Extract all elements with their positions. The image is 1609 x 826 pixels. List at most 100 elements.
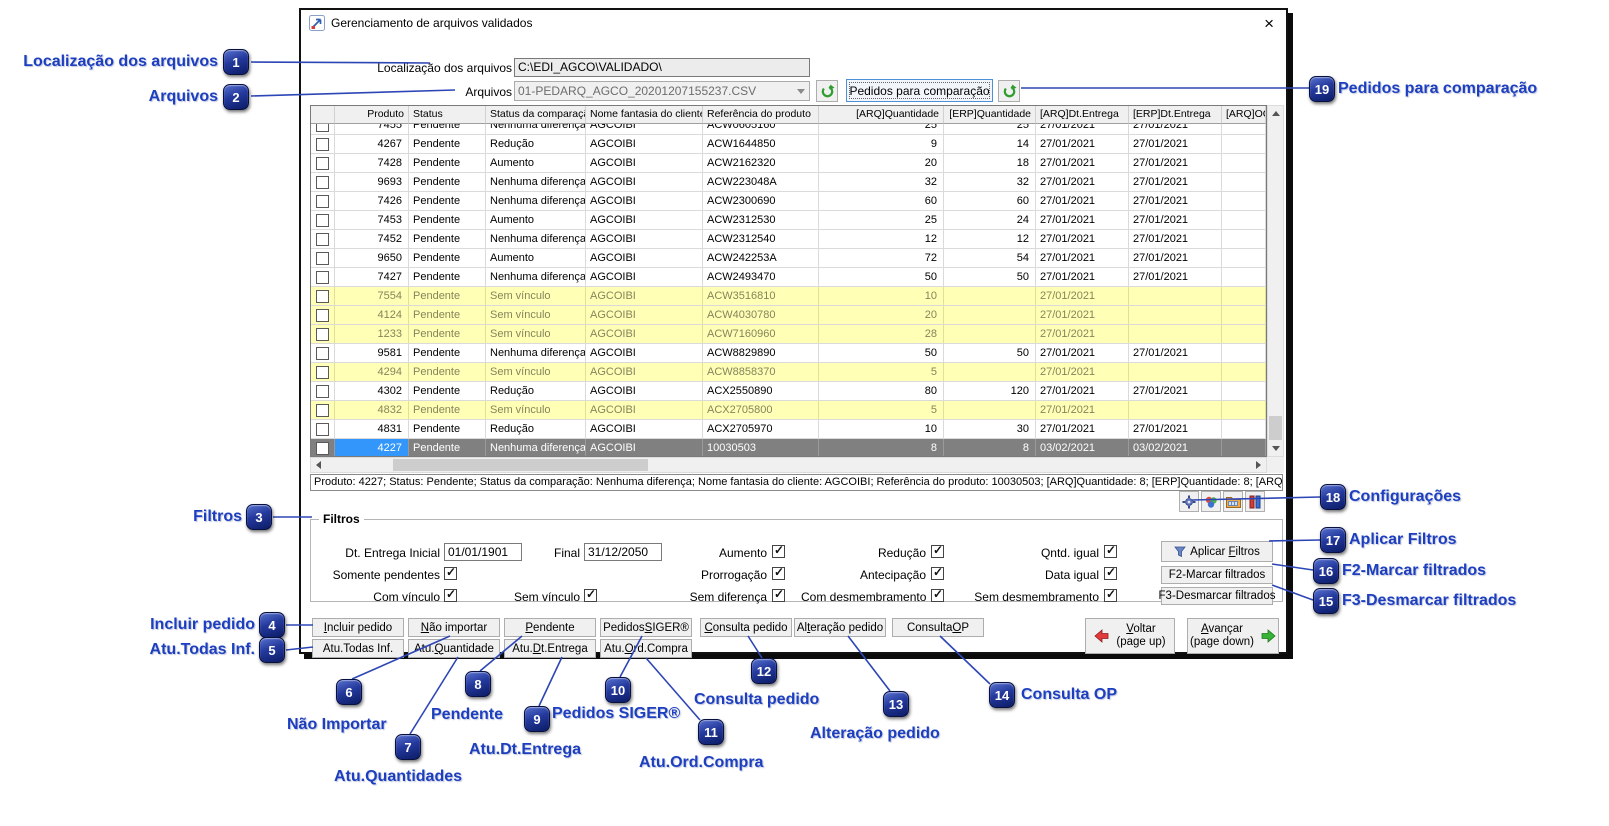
vertical-scrollbar[interactable] bbox=[1267, 105, 1284, 457]
scroll-left-icon[interactable] bbox=[311, 458, 326, 472]
filter-somente-pendentes-checkbox[interactable] bbox=[444, 565, 457, 580]
table-row[interactable]: 4294 Pendente Sem vínculo AGCOIBI ACW8858370… bbox=[311, 363, 1266, 382]
column-header[interactable]: Status da comparação bbox=[486, 106, 586, 124]
filter-prorrogacao-checkbox[interactable] bbox=[772, 565, 785, 580]
row-checkbox[interactable] bbox=[316, 441, 329, 455]
column-header[interactable]: [ERP]Quantidade bbox=[944, 106, 1036, 124]
table-row[interactable]: 4124 Pendente Sem vínculo AGCOIBI ACW4030780… bbox=[311, 306, 1266, 325]
table-cell bbox=[1222, 268, 1266, 286]
filter-sem-vinculo-checkbox[interactable] bbox=[584, 587, 597, 602]
incluir-pedido-button[interactable]: Incluir pedido bbox=[312, 618, 404, 637]
row-checkbox[interactable] bbox=[316, 384, 329, 398]
horizontal-scroll-thumb[interactable] bbox=[393, 459, 648, 471]
vertical-scroll-thumb[interactable] bbox=[1269, 416, 1282, 440]
row-checkbox[interactable] bbox=[316, 175, 329, 189]
pendente-button[interactable]: Pendente bbox=[504, 618, 596, 637]
scroll-up-icon[interactable] bbox=[1268, 106, 1283, 121]
row-checkbox[interactable] bbox=[316, 156, 329, 170]
table-row[interactable]: 4302 Pendente Redução AGCOIBI ACX2550890 80 12… bbox=[311, 382, 1266, 401]
files-combobox[interactable]: 01-PEDARQ_AGCO_20201207155237.CSV bbox=[514, 81, 810, 101]
column-header[interactable]: Referência do produto bbox=[703, 106, 819, 124]
refresh-compare-button[interactable] bbox=[998, 80, 1020, 102]
table-row[interactable]: 7428 Pendente Aumento AGCOIBI ACW2162320 20 18… bbox=[311, 154, 1266, 173]
nao-importar-button[interactable]: Não importar bbox=[408, 618, 500, 637]
compare-orders-button[interactable]: Pedidos para comparação bbox=[846, 79, 993, 102]
atu-todas-inf-button[interactable]: Atu.Todas Inf. bbox=[312, 639, 404, 658]
filter-reducao-checkbox[interactable] bbox=[931, 543, 944, 558]
column-header[interactable]: [ARQ]Quantidade bbox=[819, 106, 944, 124]
filter-sem-diferenca-checkbox[interactable] bbox=[772, 587, 785, 602]
column-header[interactable] bbox=[311, 106, 335, 124]
table-row[interactable]: 9581 Pendente Nenhuma diferença AGCOIBI ACW8… bbox=[311, 344, 1266, 363]
filter-sem-desmembramento-checkbox[interactable] bbox=[1104, 587, 1117, 602]
location-input[interactable]: C:\EDI_AGCO\VALIDADO\ bbox=[514, 58, 810, 77]
filter-qntd-igual-checkbox[interactable] bbox=[1104, 543, 1117, 558]
export-button[interactable] bbox=[1223, 491, 1243, 512]
table-row[interactable]: 4832 Pendente Sem vínculo AGCOIBI ACX2705800… bbox=[311, 401, 1266, 420]
row-checkbox[interactable] bbox=[316, 403, 329, 417]
atu-ord-compra-button[interactable]: Atu. Ord.Compra bbox=[600, 639, 692, 658]
consulta-op-button[interactable]: Consulta OP bbox=[892, 618, 984, 637]
table-row[interactable]: 4227 Pendente Nenhuma diferença AGCOIBI 1003… bbox=[311, 439, 1266, 456]
row-checkbox[interactable] bbox=[316, 289, 329, 303]
refresh-files-button[interactable] bbox=[816, 80, 838, 102]
table-row[interactable]: 7554 Pendente Sem vínculo AGCOIBI ACW3516810… bbox=[311, 287, 1266, 306]
column-header[interactable]: [ARQ]OC bbox=[1222, 106, 1266, 124]
row-checkbox[interactable] bbox=[316, 308, 329, 322]
table-row[interactable]: 4831 Pendente Redução AGCOIBI ACX2705970 10 30… bbox=[311, 420, 1266, 439]
scroll-down-icon[interactable] bbox=[1268, 441, 1283, 456]
column-header[interactable]: Status bbox=[409, 106, 486, 124]
table-row[interactable]: 7455 Pendente Nenhuma diferença AGCOIBI ACW0… bbox=[311, 124, 1266, 135]
row-checkbox[interactable] bbox=[316, 422, 329, 436]
avancar-button[interactable]: Avançar (page down) bbox=[1187, 618, 1279, 654]
table-row[interactable]: 7453 Pendente Aumento AGCOIBI ACW2312530 25 24… bbox=[311, 211, 1266, 230]
columns-button[interactable] bbox=[1245, 491, 1265, 512]
pedidos-siger-button[interactable]: Pedidos S IGER® bbox=[600, 618, 692, 637]
filter-com-desmembramento-checkbox[interactable] bbox=[931, 587, 944, 602]
f2-mark-filtered-button[interactable]: F2-Marcar filtrados bbox=[1161, 566, 1273, 584]
atu-dt-entrega-button[interactable]: Atu. Dt.Entrega bbox=[504, 639, 596, 658]
apply-filters-button[interactable]: Aplicar Filtros bbox=[1161, 541, 1273, 562]
close-icon[interactable]: × bbox=[1260, 15, 1278, 32]
row-checkbox[interactable] bbox=[316, 124, 329, 132]
alteracao-pedido-button[interactable]: Al t eração pedido bbox=[794, 618, 886, 637]
row-checkbox[interactable] bbox=[316, 327, 329, 341]
column-header[interactable]: Nome fantasia do cliente bbox=[586, 106, 703, 124]
filter-data-igual-checkbox[interactable] bbox=[1104, 565, 1117, 580]
f3-unmark-filtered-button[interactable]: F3-Desmarcar filtrados bbox=[1159, 587, 1275, 605]
atu-quantidade-button[interactable]: Atu. Quantidade bbox=[408, 639, 500, 658]
column-header[interactable]: Produto bbox=[335, 106, 409, 124]
row-checkbox[interactable] bbox=[316, 232, 329, 246]
voltar-button[interactable]: Voltar (page up) bbox=[1085, 618, 1175, 654]
horizontal-scrollbar[interactable] bbox=[310, 457, 1267, 473]
table-row[interactable]: 9693 Pendente Nenhuma diferença AGCOIBI ACW2… bbox=[311, 173, 1266, 192]
table-cell: 8 bbox=[944, 439, 1036, 456]
themes-button[interactable] bbox=[1201, 491, 1221, 512]
row-checkbox[interactable] bbox=[316, 137, 329, 151]
filter-aumento-checkbox[interactable] bbox=[772, 543, 785, 558]
table-row[interactable]: 7426 Pendente Nenhuma diferença AGCOIBI ACW2… bbox=[311, 192, 1266, 211]
filter-com-vinculo-checkbox[interactable] bbox=[444, 587, 457, 602]
table-row[interactable]: 7452 Pendente Nenhuma diferença AGCOIBI ACW2… bbox=[311, 230, 1266, 249]
column-header[interactable]: [ERP]Dt.Entrega bbox=[1129, 106, 1222, 124]
chevron-down-icon[interactable] bbox=[793, 83, 808, 99]
table-cell: 27/01/2021 bbox=[1036, 211, 1129, 229]
table-cell bbox=[944, 287, 1036, 305]
consulta-pedido-button[interactable]: Consulta pedido bbox=[700, 618, 792, 637]
table-row[interactable]: 9650 Pendente Aumento AGCOIBI ACW242253A 72 54… bbox=[311, 249, 1266, 268]
table-cell: AGCOIBI bbox=[586, 211, 703, 229]
settings-button[interactable] bbox=[1179, 491, 1199, 512]
table-row[interactable]: 7427 Pendente Nenhuma diferença AGCOIBI ACW2… bbox=[311, 268, 1266, 287]
row-checkbox[interactable] bbox=[316, 365, 329, 379]
table-cell: 03/02/2021 bbox=[1036, 439, 1129, 456]
table-row[interactable]: 4267 Pendente Redução AGCOIBI ACW1644850 9 14 2… bbox=[311, 135, 1266, 154]
row-checkbox[interactable] bbox=[316, 194, 329, 208]
row-checkbox[interactable] bbox=[316, 251, 329, 265]
row-checkbox[interactable] bbox=[316, 270, 329, 284]
scroll-right-icon[interactable] bbox=[1251, 458, 1266, 472]
row-checkbox[interactable] bbox=[316, 213, 329, 227]
column-header[interactable]: [ARQ]Dt.Entrega bbox=[1036, 106, 1129, 124]
filter-antecipacao-checkbox[interactable] bbox=[931, 565, 944, 580]
table-row[interactable]: 1233 Pendente Sem vínculo AGCOIBI ACW7160960… bbox=[311, 325, 1266, 344]
row-checkbox[interactable] bbox=[316, 346, 329, 360]
